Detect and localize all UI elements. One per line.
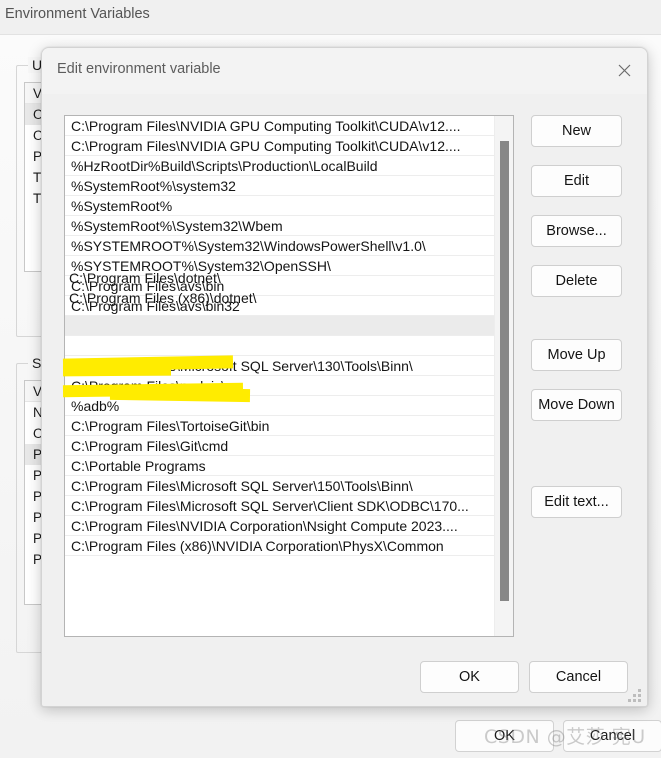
dialog-title: Edit environment variable xyxy=(57,61,221,77)
vertical-scrollbar[interactable] xyxy=(494,116,513,636)
background-window-title: Environment Variables xyxy=(5,6,150,22)
path-entry-row[interactable]: C:\Portable Programs xyxy=(65,456,495,476)
csdn-watermark: CSDN @艾莎 宪U xyxy=(484,726,646,748)
close-icon[interactable] xyxy=(601,48,647,93)
background-window-titlebar: Environment Variables xyxy=(0,0,661,34)
path-entry-text: C:\Program Files\Microsoft SQL Server\15… xyxy=(71,478,413,494)
path-entry-text: C:\Program Files\Microsoft SQL Server\13… xyxy=(71,358,413,374)
path-entry-text: C:\Program Files\NVIDIA GPU Computing To… xyxy=(71,138,461,154)
path-entry-row[interactable]: %SystemRoot%\System32\Wbem xyxy=(65,216,495,236)
path-entry-row[interactable]: C:\Program Files\NVIDIA GPU Computing To… xyxy=(65,116,495,136)
path-entries-rows[interactable]: C:\Program Files\NVIDIA GPU Computing To… xyxy=(65,116,495,556)
path-entry-text: %SYSTEMROOT%\System32\WindowsPowerShell\… xyxy=(71,238,426,254)
dialog-ok-button[interactable]: OK xyxy=(420,661,519,693)
browse-button[interactable]: Browse... xyxy=(531,215,622,247)
path-entry-row[interactable]: C:\Program Files\TortoiseGit\bin xyxy=(65,416,495,436)
path-entry-row[interactable]: %SYSTEMROOT%\System32\WindowsPowerShell\… xyxy=(65,236,495,256)
move-down-button[interactable]: Move Down xyxy=(531,389,622,421)
vertical-scrollbar-thumb[interactable] xyxy=(500,141,509,601)
path-entry-text: C:\Portable Programs xyxy=(71,458,206,474)
path-entry-row[interactable]: C:\Program Files\NVIDIA Corporation\Nsig… xyxy=(65,516,495,536)
path-entry-row[interactable]: C:\Program Files\nodejs\ xyxy=(65,376,495,396)
edit-button[interactable]: Edit xyxy=(531,165,622,197)
path-entry-text: %HzRootDir%Build\Scripts\Production\Loca… xyxy=(71,158,378,174)
path-entry-text: C:\Program Files\NVIDIA GPU Computing To… xyxy=(71,118,461,134)
edit-text-button[interactable]: Edit text... xyxy=(531,486,622,518)
path-entry-text: %adb% xyxy=(71,398,120,414)
resize-grip[interactable] xyxy=(628,689,642,702)
path-entry-text: %SystemRoot%\System32\Wbem xyxy=(71,218,283,234)
path-entry-row[interactable]: %adb% xyxy=(65,396,495,416)
path-entry-text: C:\Program Files (x86)\NVIDIA Corporatio… xyxy=(71,538,444,554)
path-entry-text: C:\Program Files\Microsoft SQL Server\Cl… xyxy=(71,498,469,514)
path-entry-row[interactable]: C:\Program Files\Git\cmd xyxy=(65,436,495,456)
path-entry-row[interactable]: C:\Program Files (x86)\NVIDIA Corporatio… xyxy=(65,536,495,556)
dialog-cancel-button[interactable]: Cancel xyxy=(529,661,628,693)
move-up-button[interactable]: Move Up xyxy=(531,339,622,371)
path-entry-row[interactable]: C:\Program Files (x86)\dotnet\ xyxy=(65,336,495,356)
dialog-titlebar: Edit environment variable xyxy=(42,48,647,94)
path-entry-text: C:\Program Files\NVIDIA Corporation\Nsig… xyxy=(71,518,458,534)
path-entries-listbox[interactable]: C:\Program Files\NVIDIA GPU Computing To… xyxy=(64,115,514,637)
path-entry-row[interactable]: C:\Program Files\Microsoft SQL Server\13… xyxy=(65,356,495,376)
path-entry-row[interactable]: C:\Program Files\NVIDIA GPU Computing To… xyxy=(65,136,495,156)
path-entry-row[interactable]: %SystemRoot% xyxy=(65,196,495,216)
path-entry-text: C:\Program Files\nodejs\ xyxy=(71,378,226,394)
path-entry-text: C:\Program Files\TortoiseGit\bin xyxy=(71,418,270,434)
new-button[interactable]: New xyxy=(531,115,622,147)
path-entry-row[interactable]: C:\Program Files\dotnet\ xyxy=(65,316,495,336)
path-entry-text: C:\Program Files\Git\cmd xyxy=(71,438,229,454)
path-entry-text-highlighted: C:\Program Files (x86)\dotnet\ xyxy=(69,290,257,306)
path-entry-text: %SystemRoot% xyxy=(71,198,173,214)
path-entry-text-highlighted: C:\Program Files\dotnet\ xyxy=(69,270,221,286)
edit-environment-variable-dialog: Edit environment variable C:\Program Fil… xyxy=(41,47,648,707)
path-entry-row[interactable]: %SystemRoot%\system32 xyxy=(65,176,495,196)
path-entry-row[interactable]: C:\Program Files\Microsoft SQL Server\15… xyxy=(65,476,495,496)
path-entry-text: %SystemRoot%\system32 xyxy=(71,178,236,194)
path-entry-row[interactable]: C:\Program Files\Microsoft SQL Server\Cl… xyxy=(65,496,495,516)
delete-button[interactable]: Delete xyxy=(531,265,622,297)
path-entry-row[interactable]: %HzRootDir%Build\Scripts\Production\Loca… xyxy=(65,156,495,176)
